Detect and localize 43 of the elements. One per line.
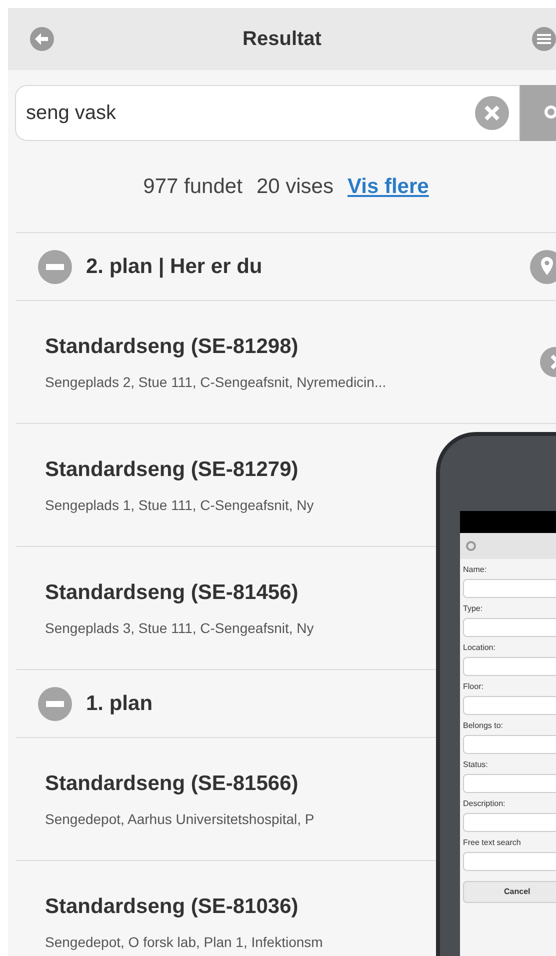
- field-label: Floor:: [463, 681, 484, 693]
- group-title[interactable]: 2. plan | Her er du: [86, 250, 262, 282]
- input-field[interactable]: [463, 696, 556, 715]
- item-location: Sengedepot, Aarhus Universitetshospital, P: [45, 810, 314, 829]
- field-label: Status:: [463, 759, 488, 771]
- location-pin-icon[interactable]: [530, 250, 556, 284]
- field-label: Name:: [463, 564, 487, 576]
- field-label: Belongs to:: [463, 720, 504, 732]
- input-field[interactable]: [463, 813, 556, 832]
- menu-button[interactable]: [532, 27, 556, 51]
- found-count: 977 fundet: [143, 174, 242, 200]
- item-location: Sengeplads 2, Stue 111, C-Sengeafsnit, Nyremedicin...: [45, 372, 386, 392]
- item-title[interactable]: Standardseng (SE-81456): [45, 577, 298, 608]
- cancel-button[interactable]: Cancel: [463, 881, 556, 903]
- item-title[interactable]: Standardseng (SE-81036): [45, 891, 298, 922]
- input-field[interactable]: [463, 657, 556, 676]
- input-field[interactable]: [463, 579, 556, 598]
- item-location: Sengedepot, O forsk lab, Plan 1, Infektionsm: [45, 932, 323, 952]
- back-button[interactable]: [30, 27, 54, 51]
- field-label: Type:: [463, 603, 483, 615]
- input-field[interactable]: [463, 852, 556, 871]
- group-title[interactable]: 1. plan: [86, 688, 153, 720]
- clear-icon[interactable]: [475, 96, 509, 130]
- field-label: Location:: [463, 642, 496, 654]
- back-icon[interactable]: [466, 541, 476, 551]
- item-location: Sengeplads 3, Stue 111, C-Sengeafsnit, Ny: [45, 618, 314, 638]
- field-label: Free text search: [463, 837, 521, 849]
- shown-count: 20 vises: [256, 174, 334, 200]
- show-more-link[interactable]: Vis flere: [347, 170, 429, 202]
- search-field[interactable]: seng vask: [15, 85, 520, 141]
- collapse-icon[interactable]: [38, 686, 72, 720]
- page-title: Resultat: [242, 27, 322, 52]
- item-location: Sengeplads 1, Stue 111, C-Sengeafsnit, Ny: [45, 496, 314, 515]
- input-field[interactable]: [463, 735, 556, 754]
- item-title[interactable]: Standardseng (SE-81279): [45, 454, 298, 486]
- input-field[interactable]: [463, 618, 556, 637]
- input-field[interactable]: [463, 774, 556, 793]
- collapse-icon[interactable]: [38, 250, 72, 284]
- item-title[interactable]: Standardseng (SE-81298): [45, 331, 298, 362]
- item-title[interactable]: Standardseng (SE-81566): [45, 768, 298, 800]
- search-icon: [542, 105, 556, 121]
- search-button[interactable]: [520, 85, 556, 141]
- field-label: Description:: [463, 798, 506, 810]
